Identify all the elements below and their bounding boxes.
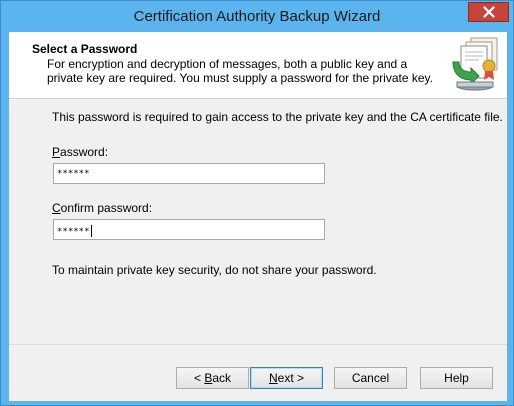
wizard-client-area: Select a Password For encryption and dec… xyxy=(9,32,507,401)
confirm-password-label: Confirm password: xyxy=(52,201,152,215)
close-icon xyxy=(482,6,495,18)
close-button[interactable] xyxy=(468,2,509,22)
password-input-value: ****** xyxy=(57,169,90,179)
confirm-password-label-access-key: C xyxy=(52,201,61,215)
confirm-password-input-value: ****** xyxy=(57,227,90,237)
next-button[interactable]: Next > xyxy=(250,367,323,389)
page-description: For encryption and decryption of message… xyxy=(47,57,433,85)
password-label: Password: xyxy=(52,145,108,159)
wizard-header: Select a Password For encryption and dec… xyxy=(9,32,507,99)
page-title: Select a Password xyxy=(32,42,138,56)
help-button[interactable]: Help xyxy=(420,367,493,389)
button-bar: < Back Next > Cancel Help xyxy=(9,344,507,401)
security-note: To maintain private key security, do not… xyxy=(52,263,377,277)
cancel-button-label: Cancel xyxy=(351,371,390,385)
password-label-access-key: P xyxy=(52,145,61,159)
help-button-label: Help xyxy=(444,371,469,385)
wizard-window: Certification Authority Backup Wizard Se… xyxy=(0,0,514,406)
text-caret xyxy=(90,225,92,237)
confirm-password-input[interactable]: ****** xyxy=(53,219,325,240)
next-button-label: ext > xyxy=(277,371,305,385)
next-button-access-key: N xyxy=(268,371,278,385)
certificate-backup-icon xyxy=(452,37,498,91)
back-button-label: ack xyxy=(212,371,232,385)
intro-text: This password is required to gain access… xyxy=(52,110,503,124)
password-input[interactable]: ****** xyxy=(53,163,325,184)
confirm-password-label-text: onfirm password: xyxy=(60,201,153,215)
window-title: Certification Authority Backup Wizard xyxy=(133,8,381,25)
back-button-prefix: < xyxy=(193,371,205,385)
password-label-text: assword: xyxy=(60,145,109,159)
back-button[interactable]: < Back xyxy=(176,367,249,389)
cancel-button[interactable]: Cancel xyxy=(334,367,407,389)
